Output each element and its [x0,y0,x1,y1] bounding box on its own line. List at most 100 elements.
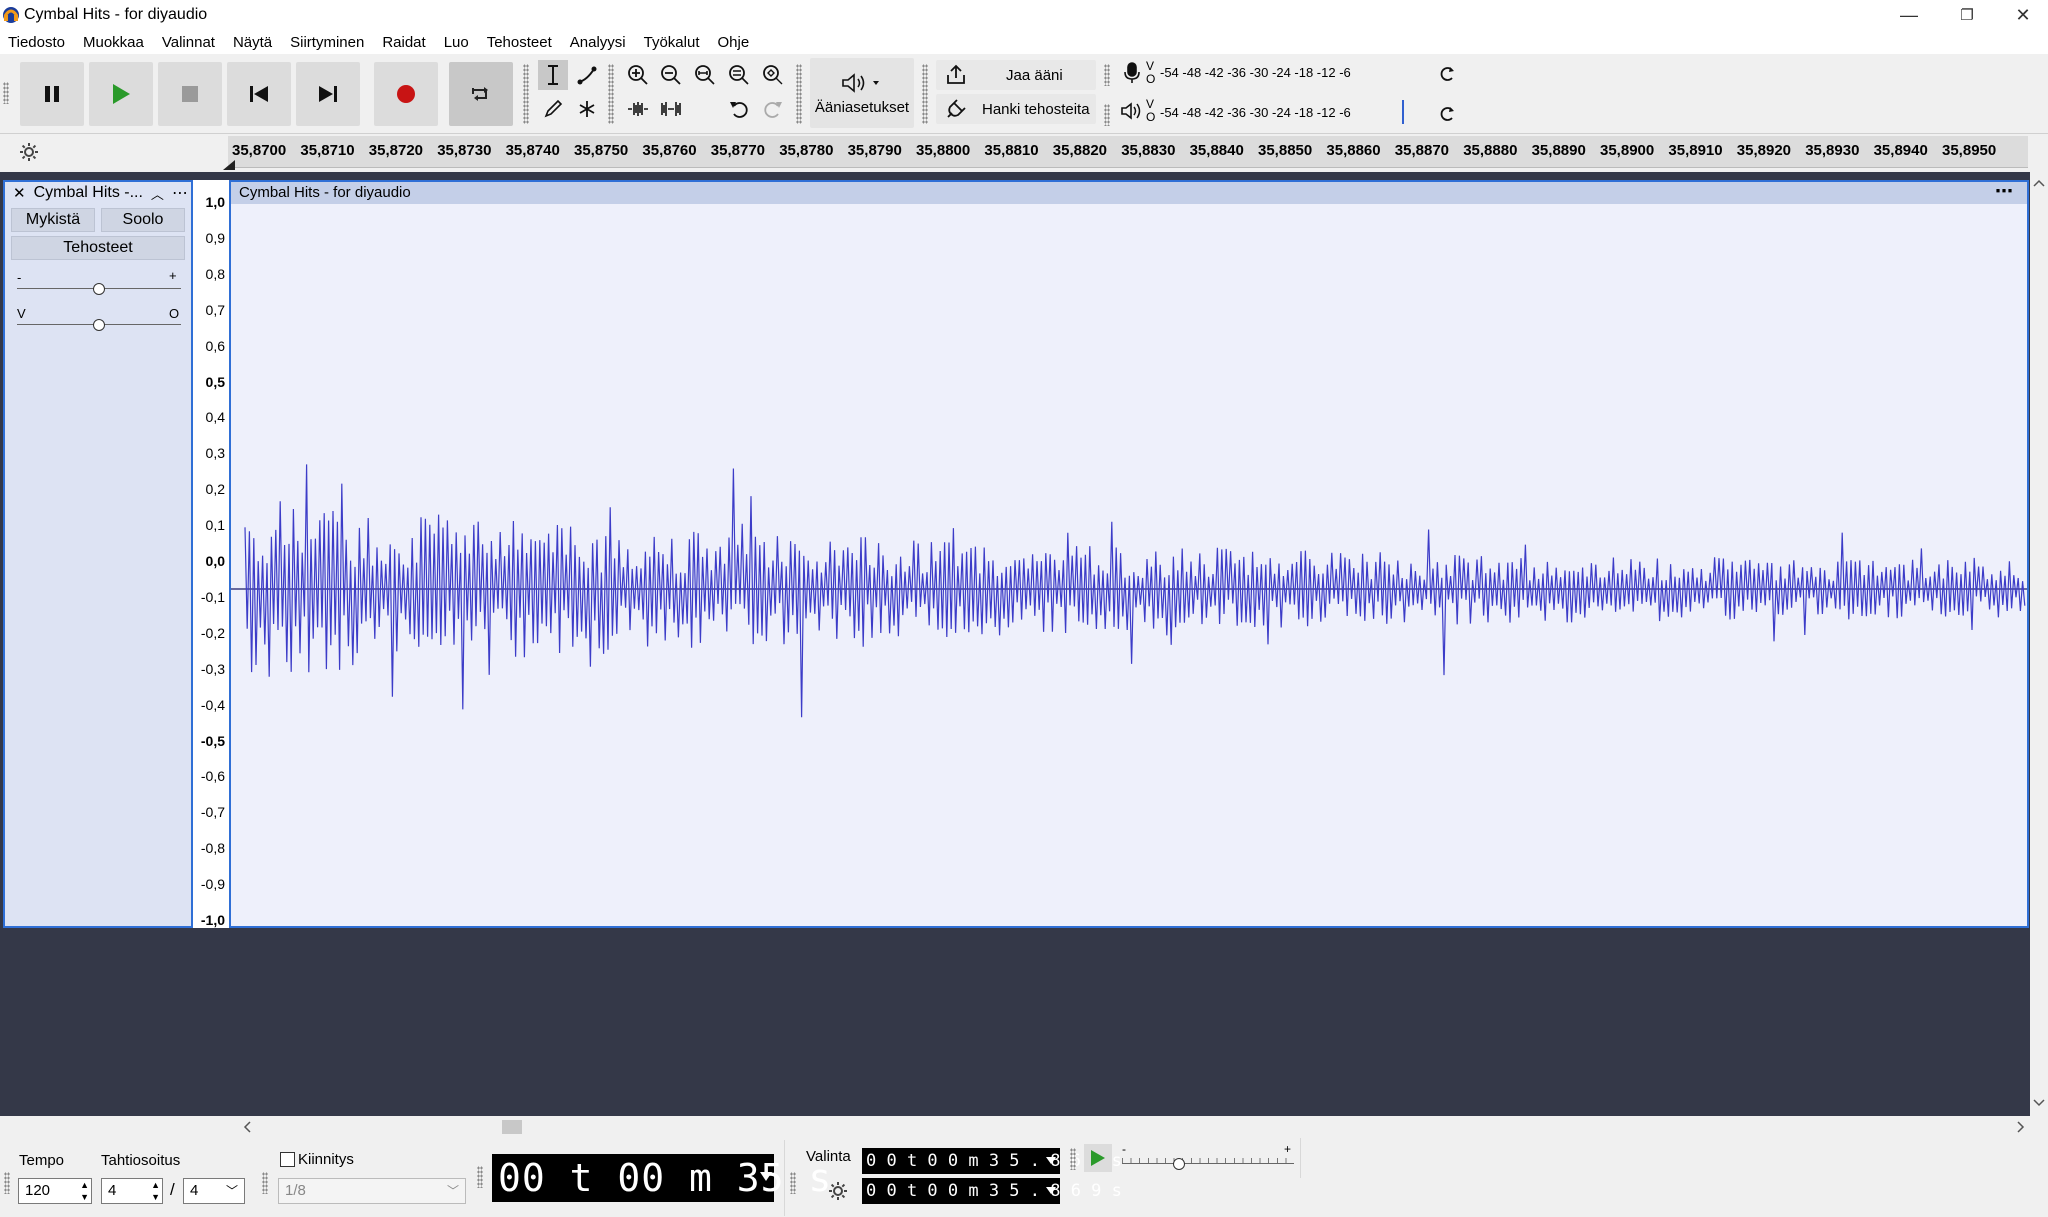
snap-select[interactable]: 1/8 ﹀ [278,1178,466,1204]
gain-slider-knob[interactable] [93,283,105,295]
menu-transport[interactable]: Siirtyminen [290,34,364,51]
play-button[interactable] [89,62,153,126]
record-meter-grip[interactable] [1104,64,1110,86]
track-name[interactable]: Cymbal Hits -... [34,184,143,202]
menu-analyze[interactable]: Analyysi [570,34,626,51]
undo-button[interactable] [724,94,754,124]
pan-slider-knob[interactable] [93,319,105,331]
time-format-dropdown-icon[interactable] [760,1172,772,1182]
playback-meter[interactable]: VO -54 -48 -42 -36 -30 -24 -18 -12 -6 [1120,96,1460,126]
menu-file[interactable]: Tiedosto [8,34,65,51]
selection-start-time[interactable]: 0 0 t 0 0 m 3 5 . 8 6 9 s [862,1148,1122,1174]
fit-selection-button[interactable] [690,60,720,90]
menu-generate[interactable]: Luo [444,34,469,51]
get-effects-button[interactable]: Hanki tehosteita [936,94,1096,124]
snap-checkbox[interactable] [280,1152,295,1167]
horizontal-scroll-thumb[interactable] [502,1120,522,1134]
record-button[interactable] [374,62,438,126]
edit-grip[interactable] [608,64,614,124]
effects-button[interactable]: Tehosteet [11,236,185,260]
audio-setup-grip[interactable] [796,64,802,124]
snap-grip[interactable] [262,1172,268,1194]
selection-tool[interactable] [538,60,568,90]
audio-setup-button[interactable]: Ääniasetukset [810,58,914,128]
redo-button[interactable] [758,94,788,124]
amplitude-scale[interactable]: 1,0 0,9 0,8 0,7 0,6 0,5 0,4 0,3 0,2 0,1 0,0 -0,1 -0,… [193,180,231,928]
envelope-tool[interactable] [572,60,602,90]
menu-help[interactable]: Ohje [718,34,750,51]
toolbar-grip[interactable] [3,82,9,104]
share-grip[interactable] [922,64,928,124]
track-control-panel[interactable]: ✕ Cymbal Hits -... ︿ ⋯ Mykistä Soolo Teh… [3,180,193,928]
selection-grip[interactable] [790,1172,796,1194]
scroll-left-icon[interactable] [240,1118,254,1136]
timeline-settings-icon[interactable] [18,141,40,163]
vertical-scrollbar[interactable] [2030,172,2048,1116]
time-grip[interactable] [477,1166,483,1188]
tempo-grip[interactable] [4,1172,10,1194]
skip-to-start-button[interactable] [227,62,291,126]
amplitude-scale-label: -0,5 [200,732,225,749]
tools-grip[interactable] [523,64,529,124]
pause-button[interactable] [20,62,84,126]
menu-effects[interactable]: Tehosteet [487,34,552,51]
tempo-label: Tempo [19,1152,65,1169]
time-display[interactable]: 00 t 00 m 35 s [492,1154,831,1202]
tempo-input[interactable]: 120 ▲ ▼ [18,1178,92,1204]
fit-project-button[interactable] [724,60,754,90]
track-menu-icon[interactable]: ⋯ [172,183,188,203]
skip-to-end-button[interactable] [296,62,360,126]
track-area[interactable]: ✕ Cymbal Hits -... ︿ ⋯ Mykistä Soolo Teh… [0,172,2030,1116]
play-meter-grip[interactable] [1104,104,1110,126]
pan-slider[interactable] [17,318,181,332]
speed-slider-knob[interactable] [1172,1158,1185,1170]
share-audio-button[interactable]: Jaa ääni [936,60,1096,90]
trim-button[interactable] [623,94,653,124]
tempo-spinner-icon[interactable]: ▲ ▼ [80,1179,89,1203]
menu-select[interactable]: Valinnat [162,34,215,51]
audacity-logo-icon [3,7,19,23]
zoom-in-button[interactable] [623,60,653,90]
selection-end-dropdown-icon[interactable] [1046,1187,1056,1195]
zoom-toggle-button[interactable] [758,60,788,90]
gain-slider[interactable] [17,282,181,296]
draw-tool[interactable] [538,94,568,124]
stop-button[interactable] [158,62,222,126]
snap-chevron-down-icon[interactable]: ﹀ [447,1179,459,1203]
solo-button[interactable]: Soolo [101,208,185,232]
mute-button[interactable]: Mykistä [11,208,95,232]
scroll-down-icon[interactable] [2030,1096,2048,1110]
scroll-right-icon[interactable] [2014,1118,2028,1136]
timeline-ruler[interactable]: 35,8700 35,8710 35,8720 35,8730 35,8740 35,87… [0,134,2048,170]
menu-tracks[interactable]: Raidat [382,34,425,51]
record-meter[interactable]: VO -54 -48 -42 -36 -30 -24 -18 -12 -6 [1120,58,1460,88]
scroll-up-icon[interactable] [2030,176,2048,190]
playback-speed-slider[interactable] [1122,1150,1294,1170]
maximize-button[interactable]: ❐ [1938,0,1996,30]
time-signature-numerator[interactable]: 4 ▲ ▼ [101,1178,163,1204]
zoom-out-button[interactable] [656,60,686,90]
time-signature-denominator[interactable]: 4 ﹀ [183,1178,245,1204]
clip-title-bar[interactable]: Cymbal Hits - for diyaudio ⋯ [231,180,2027,204]
track-collapse-icon[interactable]: ︿ [151,184,164,203]
amplitude-scale-label: 0,9 [205,229,225,246]
numerator-spinner-icon[interactable]: ▲ ▼ [151,1179,160,1203]
play-at-speed-button[interactable] [1084,1144,1112,1172]
minimize-button[interactable]: — [1880,0,1938,30]
silence-button[interactable] [656,94,686,124]
horizontal-scrollbar[interactable] [0,1116,2048,1138]
play-at-speed-grip[interactable] [1070,1148,1076,1170]
close-button[interactable]: ✕ [1994,0,2048,30]
loop-button[interactable] [449,62,513,126]
selection-settings-icon[interactable] [827,1180,849,1202]
selection-end-time[interactable]: 0 0 t 0 0 m 3 5 . 8 6 9 s [862,1178,1122,1204]
multi-tool[interactable] [572,94,602,124]
clip-menu-icon[interactable]: ⋯ [1995,180,2013,202]
menu-tools[interactable]: Työkalut [644,34,700,51]
menu-view[interactable]: Näytä [233,34,272,51]
waveform-panel[interactable]: Cymbal Hits - for diyaudio ⋯ [231,180,2029,928]
selection-start-dropdown-icon[interactable] [1046,1157,1056,1165]
track-close-icon[interactable]: ✕ [13,184,26,202]
menu-edit[interactable]: Muokkaa [83,34,144,51]
chevron-down-icon[interactable]: ﹀ [226,1179,238,1203]
